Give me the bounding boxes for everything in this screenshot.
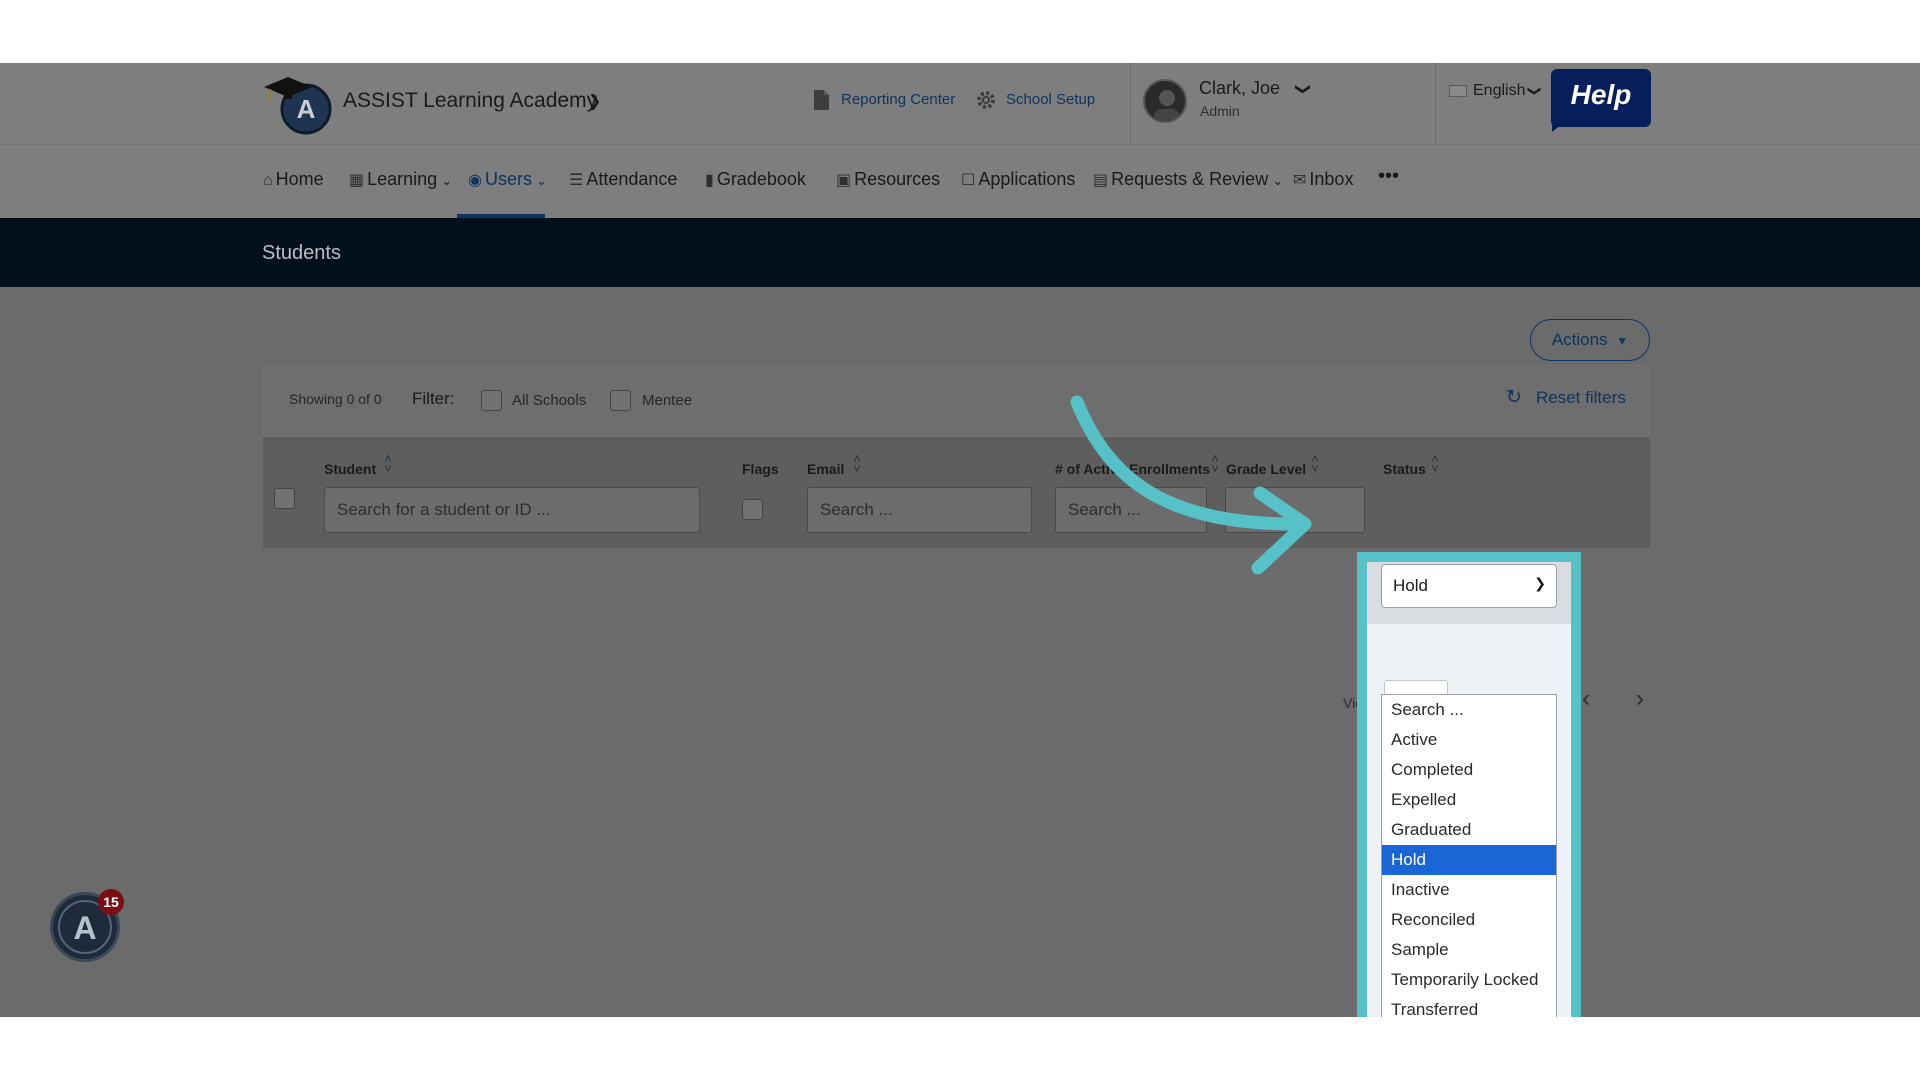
- school-name[interactable]: ASSIST Learning Academy: [343, 89, 597, 113]
- status-option[interactable]: Sample: [1382, 935, 1556, 965]
- reset-filters-link[interactable]: Reset filters: [1536, 388, 1626, 408]
- school-logo-icon[interactable]: A: [262, 65, 332, 135]
- chevron-down-icon[interactable]: ❯: [1526, 86, 1542, 97]
- chevron-down-icon: ⌄: [1272, 173, 1284, 188]
- sort-icon[interactable]: ˄ ˅: [1308, 452, 1322, 475]
- status-select[interactable]: Hold ❯: [1381, 564, 1557, 608]
- grid-icon: ▦: [349, 172, 365, 189]
- actions-button[interactable]: Actions ▼: [1530, 319, 1650, 361]
- chevron-down-icon: ⌄: [441, 173, 453, 188]
- clipboard-icon: ▤: [1093, 172, 1109, 189]
- mentee-checkbox[interactable]: [610, 390, 631, 411]
- header-divider: [1130, 63, 1131, 144]
- avatar[interactable]: [1143, 79, 1187, 123]
- column-status[interactable]: Status: [1383, 461, 1426, 477]
- app-frame: A ASSIST Learning Academy ❯ Reporting Ce…: [0, 63, 1920, 1017]
- chevron-left-icon[interactable]: ‹: [1582, 685, 1590, 713]
- chevron-down-icon: ▼: [1616, 334, 1629, 348]
- status-option[interactable]: Completed: [1382, 755, 1556, 785]
- status-option[interactable]: Graduated: [1382, 815, 1556, 845]
- more-menu-icon[interactable]: •••: [1378, 165, 1399, 188]
- column-student[interactable]: Student: [324, 461, 376, 477]
- chevron-right-icon[interactable]: ›: [1636, 685, 1644, 713]
- sort-icon[interactable]: ˄ ˅: [850, 452, 864, 475]
- user-role: Admin: [1200, 103, 1240, 119]
- select-all-checkbox[interactable]: [274, 488, 295, 509]
- home-icon: ⌂: [263, 172, 273, 189]
- status-option[interactable]: Active: [1382, 725, 1556, 755]
- book-icon: ▮: [705, 172, 714, 189]
- page-title: Students: [262, 242, 341, 264]
- nav-home[interactable]: ⌂ Home: [263, 169, 324, 190]
- mentee-label: Mentee: [642, 392, 693, 409]
- notification-count-badge: 15: [98, 889, 124, 915]
- nav-learning[interactable]: ▦ Learning ⌄: [349, 169, 452, 190]
- column-email[interactable]: Email: [807, 461, 844, 477]
- nav-requests-review[interactable]: ▤ Requests & Review ⌄: [1093, 169, 1283, 190]
- nav-gradebook[interactable]: ▮ Gradebook: [705, 169, 806, 190]
- column-grade-level[interactable]: Grade Level: [1226, 461, 1306, 477]
- school-setup-link[interactable]: School Setup: [1006, 91, 1095, 108]
- email-search-input[interactable]: Search ...: [807, 487, 1032, 533]
- main-nav: ⌂ Home ▦ Learning ⌄ ◉ Users ⌄ ☰ Attendance ▮ Gr…: [0, 144, 1920, 218]
- table-header: Student ˄ ˅ Search for a student or ID ..…: [263, 437, 1650, 548]
- status-option[interactable]: Search ...: [1382, 695, 1556, 725]
- flags-checkbox[interactable]: [742, 499, 763, 520]
- grade-level-input[interactable]: [1225, 487, 1365, 533]
- chevron-down-icon: ⌄: [535, 173, 547, 188]
- us-flag-icon: [1449, 85, 1467, 97]
- nav-applications[interactable]: ☐ Applications: [961, 169, 1075, 190]
- sort-icon[interactable]: ˄ ˅: [1428, 452, 1442, 475]
- student-search-input[interactable]: Search for a student or ID ...: [324, 487, 700, 533]
- attendance-icon: ☰: [569, 172, 584, 189]
- showing-count: Showing 0 of 0: [289, 391, 382, 407]
- header-divider: [1435, 63, 1436, 144]
- chevron-down-icon: ❯: [1534, 575, 1546, 591]
- status-option[interactable]: Expelled: [1382, 785, 1556, 815]
- help-bubble-tail: [1552, 118, 1570, 132]
- nav-users[interactable]: ◉ Users ⌄: [468, 169, 547, 190]
- enrollments-search-input[interactable]: Search ...: [1055, 487, 1207, 533]
- all-schools-checkbox[interactable]: [481, 390, 502, 411]
- user-name[interactable]: Clark, Joe: [1199, 78, 1280, 99]
- user-circle-icon: ◉: [468, 172, 482, 189]
- nav-inbox[interactable]: ✉ Inbox: [1293, 169, 1353, 190]
- refresh-icon[interactable]: ↻: [1506, 386, 1522, 409]
- filter-label: Filter:: [412, 389, 455, 408]
- envelope-icon: ✉: [1293, 172, 1307, 189]
- chevron-down-icon[interactable]: ❯: [588, 91, 601, 111]
- all-schools-label: All Schools: [512, 392, 587, 409]
- reporting-center-link[interactable]: Reporting Center: [841, 91, 955, 108]
- filter-bar: Showing 0 of 0 Filter: All Schools Mente…: [263, 365, 1650, 437]
- top-header: A ASSIST Learning Academy ❯ Reporting Ce…: [0, 63, 1920, 144]
- page-content: Actions ▼ Showing 0 of 0 Filter: All Sch…: [0, 287, 1920, 1017]
- language-selector[interactable]: English: [1473, 82, 1525, 100]
- status-option[interactable]: Temporarily Locked: [1382, 965, 1556, 995]
- speech-bubble-icon: ☐: [961, 172, 976, 189]
- resources-icon: ▣: [836, 172, 852, 189]
- page-banner: Students: [0, 218, 1920, 287]
- status-option[interactable]: Hold: [1382, 845, 1556, 875]
- svg-text:A: A: [73, 910, 96, 946]
- column-flags: Flags: [742, 461, 779, 477]
- document-icon[interactable]: [812, 89, 830, 111]
- chevron-down-icon[interactable]: ❯: [1294, 83, 1312, 96]
- status-options-list: Search ... Active Completed Expelled Graduat…: [1381, 694, 1557, 1017]
- column-active-enrollments[interactable]: # of Active Enrollments: [1055, 461, 1210, 477]
- status-option[interactable]: Inactive: [1382, 875, 1556, 905]
- status-option[interactable]: Transferred: [1382, 995, 1556, 1017]
- nav-resources[interactable]: ▣ Resources: [836, 169, 940, 190]
- sort-icon[interactable]: ˄ ˅: [1208, 452, 1222, 475]
- status-option[interactable]: Reconciled: [1382, 905, 1556, 935]
- nav-attendance[interactable]: ☰ Attendance: [569, 169, 677, 190]
- svg-text:A: A: [297, 94, 316, 124]
- sort-icon[interactable]: ˄ ˅: [381, 452, 395, 475]
- gear-icon[interactable]: [975, 89, 997, 111]
